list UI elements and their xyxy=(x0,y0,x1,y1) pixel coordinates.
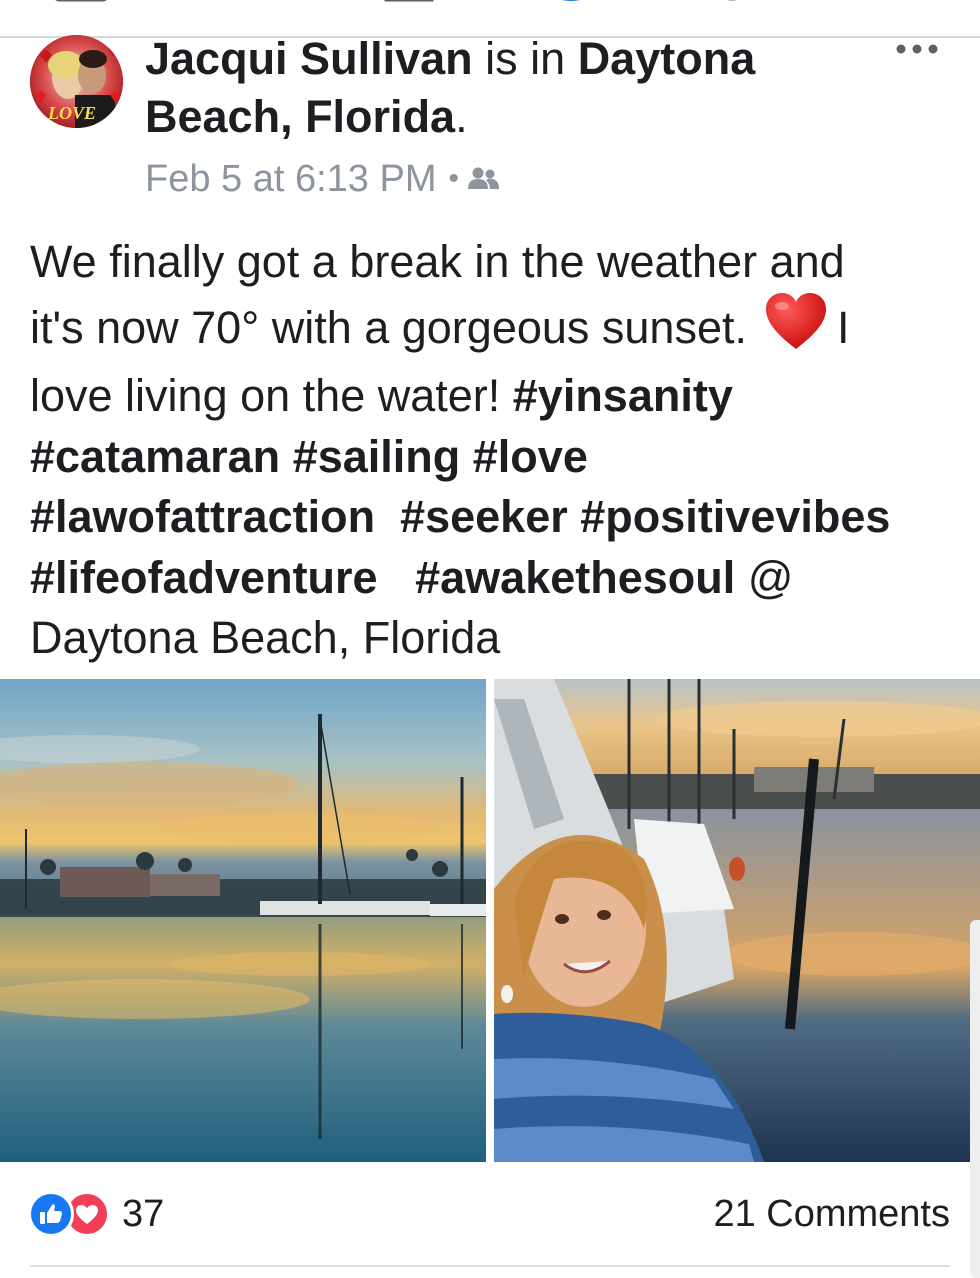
hashtag-link[interactable]: #sailing xyxy=(293,431,461,482)
place-link[interactable]: Daytona Beach, Florida xyxy=(30,612,500,663)
news-feed-icon[interactable] xyxy=(52,0,112,6)
post-meta: Feb 5 at 6:13 PM • xyxy=(145,154,500,204)
post-body: We finally got a break in the weather an… xyxy=(30,232,950,669)
hashtag-link[interactable]: #catamaran xyxy=(30,431,280,482)
avatar[interactable]: LOVE xyxy=(30,35,123,128)
body-line: I xyxy=(837,301,850,353)
hashtag-link[interactable]: #awakethesoul xyxy=(415,552,735,603)
more-options-icon[interactable] xyxy=(895,32,945,62)
author-name[interactable]: Jacqui Sullivan xyxy=(145,33,473,84)
post-photo-selfie-marina[interactable] xyxy=(494,679,980,1162)
meta-separator: • xyxy=(448,162,460,195)
hashtag-link[interactable]: #lawofattraction xyxy=(30,491,375,542)
body-line: it's now 70° with a gorgeous sunset. xyxy=(30,301,747,353)
comments-count-link[interactable]: 21 Comments xyxy=(713,1192,950,1236)
avatar-photo: LOVE xyxy=(30,35,123,128)
reaction-count: 37 xyxy=(122,1192,165,1235)
friend-requests-icon[interactable] xyxy=(224,0,264,6)
hashtag-link[interactable]: #seeker xyxy=(400,491,568,542)
scrollbar-handle[interactable] xyxy=(970,920,980,1278)
hashtag-link[interactable]: #love xyxy=(473,431,588,482)
post-photo-harbor-sunset[interactable] xyxy=(0,679,486,1162)
avatar-love-badge: LOVE xyxy=(47,103,96,123)
header-period: . xyxy=(455,91,468,142)
body-line: We finally got a break in the weather an… xyxy=(30,236,845,287)
body-line: love living on the water! xyxy=(30,370,513,421)
red-heart-emoji-icon xyxy=(765,292,827,367)
profile-icon[interactable] xyxy=(546,0,596,6)
menu-icon[interactable] xyxy=(872,0,924,6)
reactions-summary[interactable]: 37 xyxy=(28,1191,165,1237)
post-timestamp[interactable]: Feb 5 at 6:13 PM xyxy=(145,154,437,204)
marketplace-icon[interactable] xyxy=(384,0,434,6)
at-sign: @ xyxy=(747,551,794,603)
post-header: Jacqui Sullivan is in Daytona Beach, Flor… xyxy=(145,30,885,146)
notifications-icon[interactable] xyxy=(712,0,752,6)
friends-icon xyxy=(468,167,500,189)
like-reaction-icon xyxy=(28,1191,74,1237)
checkin-verb: is in xyxy=(485,33,566,84)
hashtag-link[interactable]: #lifeofadventure xyxy=(30,552,378,603)
footer-divider xyxy=(30,1265,950,1267)
hashtag-link[interactable]: #positivevibes xyxy=(580,491,890,542)
hashtag-link[interactable]: #yinsanity xyxy=(513,370,733,421)
